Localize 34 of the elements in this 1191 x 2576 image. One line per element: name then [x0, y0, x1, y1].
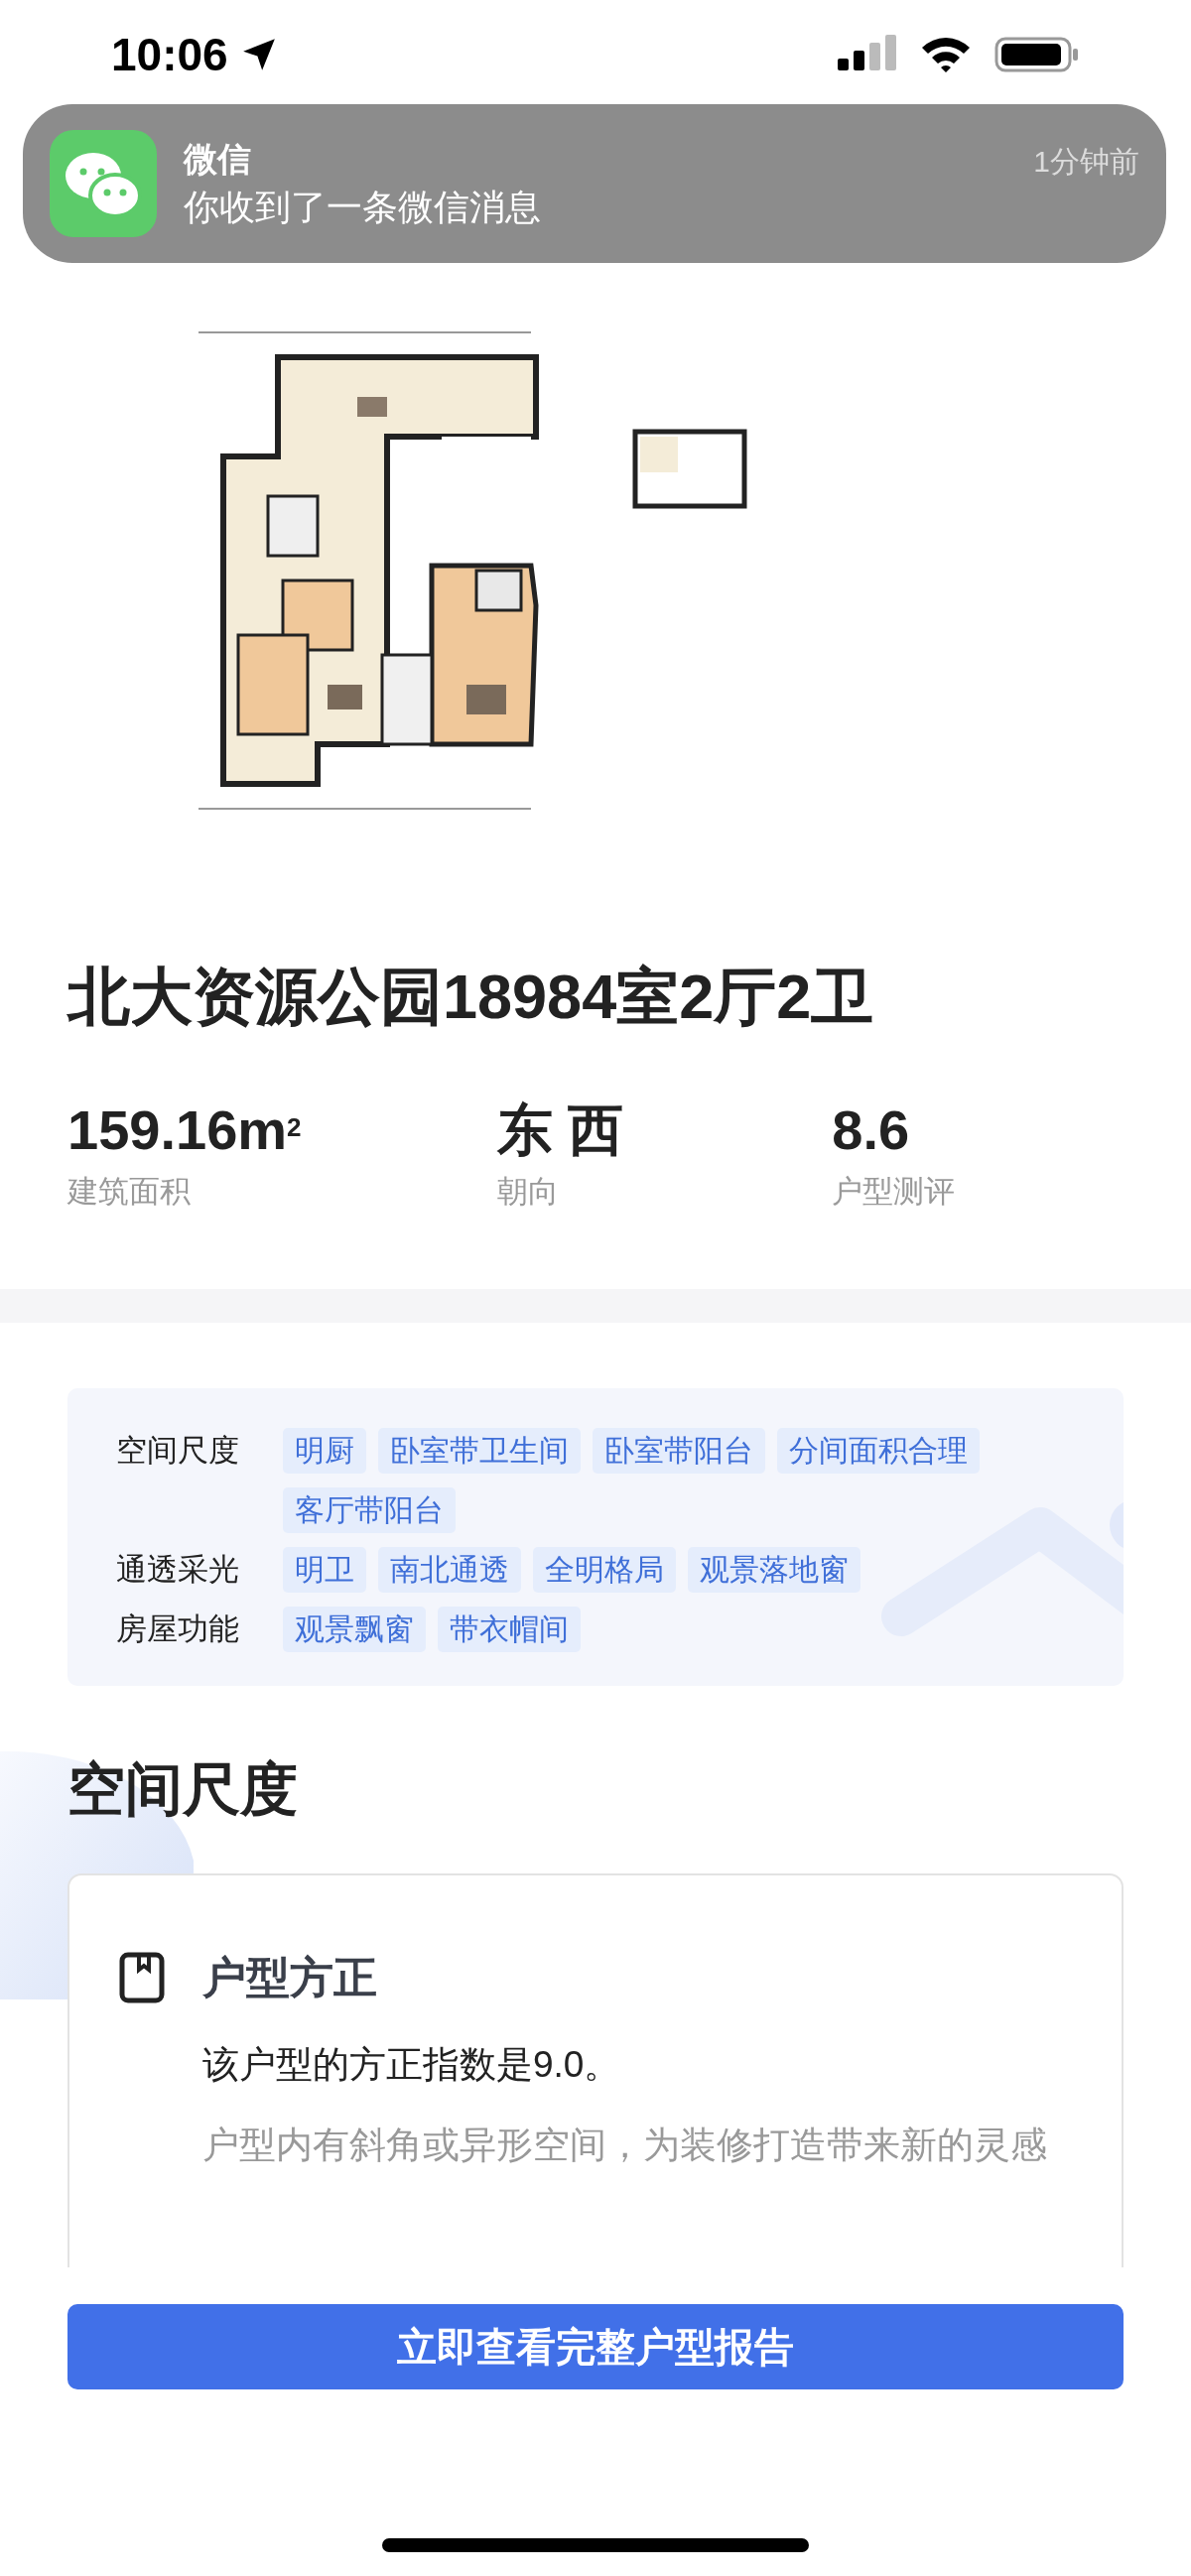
notification-time: 1分钟前 [1033, 144, 1139, 180]
notification-message: 你收到了一条微信消息 [184, 185, 542, 229]
feature-tag: 南北通透 [378, 1547, 521, 1594]
battery-icon [994, 35, 1080, 74]
feature-tag: 卧室带阳台 [593, 1428, 765, 1475]
tag-group-label: 通透采光 [116, 1551, 240, 1590]
card-summary: 该户型的方正指数是9.0。 [202, 2043, 622, 2088]
feature-tag: 客厅带阳台 [283, 1487, 456, 1534]
feature-tag: 观景落地窗 [688, 1547, 860, 1594]
stat-value: 159.16m$^{2}$ [67, 1096, 303, 1163]
notification-app-name: 微信 [184, 139, 252, 181]
feature-tag: 全明格局 [533, 1547, 676, 1594]
listing-title: 北大资源公园18984室2厅2卫 [67, 961, 875, 1033]
feature-tag: 分间面积合理 [777, 1428, 980, 1475]
notification-banner[interactable]: 微信 你收到了一条微信消息 1分钟前 [23, 104, 1166, 263]
feature-tag: 观景飘窗 [283, 1607, 426, 1653]
stat-label: 建筑面积 [67, 1172, 192, 1211]
tag-group-label: 房屋功能 [116, 1610, 240, 1649]
stat-label: 户型测评 [832, 1172, 957, 1211]
report-button[interactable]: 立即查看完整户型报告 [67, 2304, 1124, 2389]
tag-group-label: 空间尺度 [116, 1432, 240, 1471]
feature-tag: 带衣帽间 [438, 1607, 581, 1653]
bookmark-icon [119, 1952, 165, 2004]
section-heading: 空间尺度 [66, 1755, 299, 1824]
card-title: 户型方正 [202, 1952, 377, 2004]
status-time: 10:06 [111, 27, 228, 82]
chat-bubbles-icon [50, 130, 157, 237]
feature-tag: 卧室带卫生间 [378, 1428, 581, 1475]
stat-value: 东 西 [496, 1096, 625, 1163]
feature-tag: 明卫 [283, 1547, 366, 1594]
stat-value: 8.6 [832, 1096, 911, 1163]
feature-tag: 明厨 [283, 1428, 366, 1475]
stat-label: 朝向 [496, 1172, 560, 1211]
card-description: 户型内有斜角或异形空间，为装修打造带来新的灵感 [202, 2124, 1048, 2168]
